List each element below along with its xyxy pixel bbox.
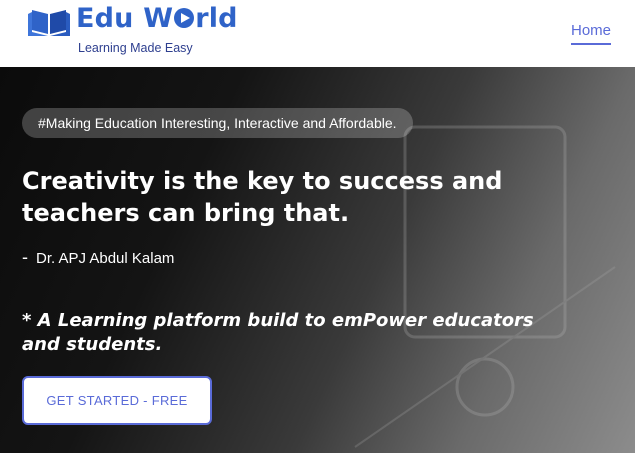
brand-name: Edu Wrld: [76, 3, 238, 34]
quote-author: - Dr. APJ Abdul Kalam: [22, 247, 174, 268]
brand-name-part2: W: [143, 3, 174, 34]
hero-quote-line2: teachers can bring that.: [22, 199, 350, 227]
nav-home-link[interactable]: Home: [571, 22, 612, 45]
hero-hashtag-pill: #Making Education Interesting, Interacti…: [22, 108, 413, 138]
hero-background-graphic: [354, 125, 616, 448]
author-dash: -: [22, 247, 28, 267]
hero-quote: Creativity is the key to success and tea…: [22, 165, 582, 229]
hero-section: #Making Education Interesting, Interacti…: [0, 67, 635, 453]
platform-line1: * A Learning platform build to emPower e…: [22, 310, 534, 331]
brand-tagline: Learning Made Easy: [78, 41, 193, 55]
platform-description: * A Learning platform build to emPower e…: [22, 309, 582, 357]
site-header: Edu Wrld Learning Made Easy Home: [0, 0, 635, 67]
brand-name-part1: Edu: [76, 3, 134, 34]
play-icon: [174, 8, 195, 28]
brand-name-part3: rld: [195, 3, 238, 34]
hero-quote-line1: Creativity is the key to success and: [22, 167, 503, 195]
platform-line2: and students.: [22, 334, 163, 355]
open-book-icon: [28, 10, 70, 36]
author-name: Dr. APJ Abdul Kalam: [36, 250, 175, 267]
brand-logo[interactable]: Edu Wrld Learning Made Easy: [28, 3, 238, 60]
get-started-button[interactable]: GET STARTED - FREE: [22, 376, 212, 425]
